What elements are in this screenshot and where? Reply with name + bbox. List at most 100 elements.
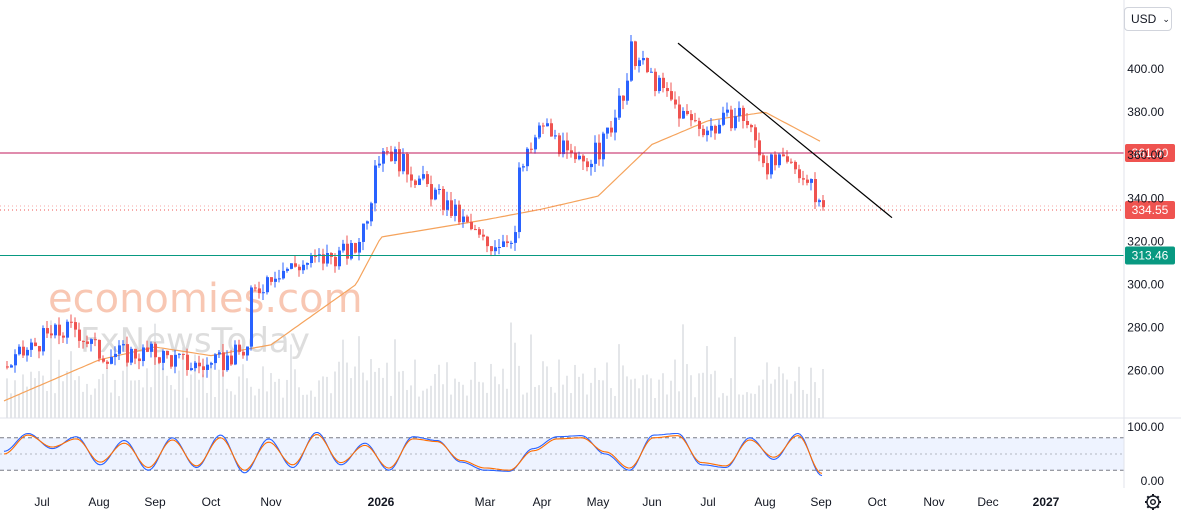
volume-bar <box>538 385 540 418</box>
candle-body <box>558 135 561 155</box>
volume-bar <box>386 362 388 418</box>
volume-bar <box>558 359 560 418</box>
candle-body <box>282 270 285 279</box>
candle-body <box>166 350 169 356</box>
volume-bar <box>346 362 348 418</box>
volume-bar <box>150 387 152 418</box>
candle-body <box>526 148 529 167</box>
candle-body <box>446 200 449 210</box>
volume-bar <box>74 380 76 418</box>
volume-bar <box>426 388 428 418</box>
candle-body <box>806 179 809 183</box>
volume-bar <box>106 367 108 418</box>
candle-body <box>430 184 433 200</box>
volume-bar <box>794 381 796 418</box>
candle-body <box>274 278 277 282</box>
volume-bar <box>594 367 596 418</box>
candle-body <box>814 179 817 203</box>
candle-body <box>630 41 633 81</box>
volume-bar <box>690 375 692 418</box>
volume-bar <box>638 388 640 418</box>
volume-bar <box>546 366 548 418</box>
candle-body <box>434 189 437 200</box>
candle-body <box>530 148 533 150</box>
candle-body <box>754 127 757 141</box>
volume-bar <box>514 342 516 418</box>
volume-bar <box>78 376 80 418</box>
candle-body <box>598 142 601 160</box>
candle-body <box>618 95 621 118</box>
candle-body <box>406 153 409 175</box>
candle-body <box>402 153 405 172</box>
time-axis-label: Oct <box>868 495 887 509</box>
candle-body <box>250 287 253 347</box>
candle-body <box>562 140 565 155</box>
stochastic-tick-label: 0.00 <box>1141 474 1165 488</box>
volume-bar <box>442 384 444 418</box>
candle-body <box>506 241 509 244</box>
volume-bar <box>666 394 668 418</box>
time-axis-label: Jul <box>700 495 715 509</box>
time-axis-label: Dec <box>977 495 998 509</box>
price-tick-label: 320.00 <box>1127 234 1164 248</box>
gear-icon[interactable] <box>1144 493 1162 511</box>
volume-bar <box>394 339 396 418</box>
volume-bar <box>18 394 20 418</box>
volume-bar <box>302 394 304 418</box>
volume-bar <box>34 378 36 418</box>
volume-bar <box>698 373 700 418</box>
candle-body <box>794 161 797 170</box>
volume-bar <box>770 383 772 418</box>
volume-bar <box>670 380 672 418</box>
candle-body <box>706 130 709 136</box>
price-tick-label: 360.00 <box>1127 148 1164 162</box>
volume-bar <box>458 381 460 418</box>
candle-body <box>634 41 637 67</box>
candle-body <box>186 354 189 370</box>
volume-bar <box>114 379 116 418</box>
volume-bar <box>362 372 364 418</box>
volume-bar <box>406 389 408 418</box>
candle-body <box>198 362 201 367</box>
volume-bar <box>574 364 576 418</box>
candle-body <box>482 234 485 237</box>
candle-body <box>294 263 297 267</box>
volume-bar <box>398 371 400 418</box>
candle-body <box>474 229 477 231</box>
candle-body <box>626 80 629 101</box>
volume-bar <box>102 373 104 418</box>
candle-body <box>522 166 525 168</box>
volume-bar <box>262 366 264 418</box>
volume-bar <box>526 392 528 418</box>
candle-body <box>14 354 17 366</box>
price-chart[interactable]: economies.comFxNewsToday361.00313.46334.… <box>0 0 1181 519</box>
volume-bar <box>174 389 176 418</box>
volume-bar <box>326 376 328 418</box>
time-axis-label: Nov <box>260 495 281 509</box>
volume-bar <box>714 370 716 418</box>
volume-bar <box>298 387 300 418</box>
currency-selector[interactable]: USD ⌄ <box>1124 7 1172 31</box>
volume-bar <box>746 392 748 418</box>
candle-body <box>510 242 513 244</box>
candle-body <box>378 163 381 166</box>
candle-body <box>710 125 713 131</box>
candle-body <box>302 264 305 271</box>
volume-bar <box>774 379 776 418</box>
candle-body <box>674 99 677 105</box>
volume-bar <box>766 362 768 418</box>
volume-bar <box>478 381 480 418</box>
candle-body <box>50 333 53 336</box>
candle-body <box>550 123 553 137</box>
candle-body <box>202 366 205 370</box>
volume-bar <box>158 360 160 418</box>
time-axis-label: Aug <box>88 495 109 509</box>
volume-bar <box>322 376 324 418</box>
price-tick-label: 340.00 <box>1127 191 1164 205</box>
candle-body <box>178 353 181 355</box>
price-tick-label: 300.00 <box>1127 278 1164 292</box>
volume-bar <box>454 378 456 418</box>
candle-body <box>290 263 293 269</box>
volume-bar <box>602 380 604 418</box>
volume-bar <box>662 373 664 418</box>
